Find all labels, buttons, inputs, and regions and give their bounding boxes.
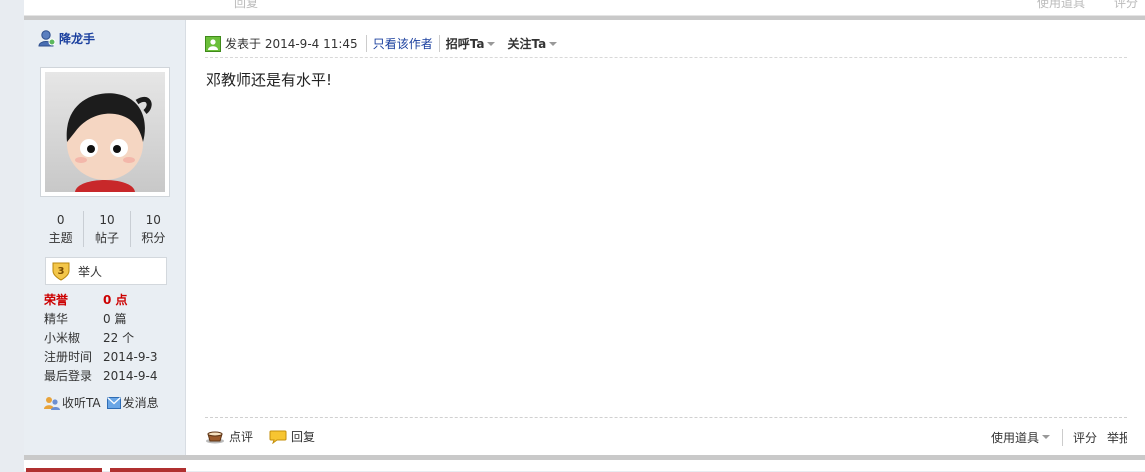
chevron-down-icon <box>1041 435 1050 439</box>
stat-points[interactable]: 10 积分 <box>131 211 176 247</box>
author-stats: 0 主题 10 帖子 10 积分 <box>38 211 176 247</box>
report-link[interactable]: 举报 <box>1107 429 1127 446</box>
follow-ta-button[interactable]: 收听TA <box>44 394 101 411</box>
pepper-label: 小米椒 <box>44 331 81 345</box>
post-header: 发表于 2014-9-4 11:45 只看该作者 招呼Ta 关注Ta <box>205 30 1127 58</box>
stat-topics-value: 0 <box>56 213 65 227</box>
prev-reply-link[interactable]: 回复 <box>234 0 258 11</box>
digest-value: 0 篇 <box>103 312 127 326</box>
avatar-image <box>45 72 165 192</box>
previous-post-footer: 回复 使用道具 评分 <box>24 0 1145 16</box>
stat-posts[interactable]: 10 帖子 <box>84 211 131 247</box>
chevron-down-icon <box>549 41 558 46</box>
stat-topics-label: 主题 <box>48 231 73 245</box>
use-tool-label: 使用道具 <box>990 430 1039 445</box>
profile-register: 注册时间 2014-9-3 <box>44 348 184 367</box>
next-post-tab <box>26 468 102 472</box>
follow-icon <box>44 396 60 410</box>
coffee-cup-icon <box>206 431 224 443</box>
last-login-value: 2014-9-4 <box>103 369 158 383</box>
reply-label: 回复 <box>291 430 316 444</box>
post-main: 发表于 2014-9-4 11:45 只看该作者 招呼Ta 关注Ta 邓教师还是… <box>187 20 1145 455</box>
author-name-link[interactable]: 降龙手 <box>59 30 95 47</box>
stat-points-value: 10 <box>145 213 161 227</box>
pepper-value: 22 个 <box>103 331 135 345</box>
greet-label: 招呼Ta <box>445 37 485 51</box>
author-sidebar: 降龙手 0 主题 10 帖子 10 积分 3 举人 荣誉 0 点 精华 0 篇 … <box>24 20 186 455</box>
next-post-top <box>24 460 1145 472</box>
level-number: 3 <box>58 266 65 277</box>
author-line: 降龙手 <box>38 29 95 47</box>
follow-label: 关注Ta <box>507 37 547 51</box>
profile-last-login: 最后登录 2014-9-4 <box>44 367 184 386</box>
user-online-icon <box>38 30 56 47</box>
comment-button[interactable]: 点评 <box>205 428 253 445</box>
stat-posts-label: 帖子 <box>94 231 119 245</box>
stat-posts-value: 10 <box>99 213 115 227</box>
post-footer: 点评 回复 使用道具 评分 举报 <box>205 417 1127 455</box>
stat-points-label: 积分 <box>141 231 166 245</box>
chevron-down-icon <box>487 41 496 46</box>
profile-digest: 精华 0 篇 <box>44 310 184 329</box>
rank-badge: 3 举人 <box>45 257 167 285</box>
register-value: 2014-9-3 <box>103 350 158 364</box>
author-profile: 荣誉 0 点 精华 0 篇 小米椒 22 个 注册时间 2014-9-3 最后登… <box>44 291 184 386</box>
post-footer-right: 使用道具 评分 举报 <box>979 418 1127 456</box>
post-status-icon <box>205 35 221 52</box>
mail-icon <box>106 396 121 409</box>
rate-link[interactable]: 评分 <box>1061 428 1097 446</box>
reply-button[interactable]: 回复 <box>269 428 315 445</box>
post-timestamp: 发表于 2014-9-4 11:45 <box>225 37 358 51</box>
post-content: 邓教师还是有水平! <box>206 71 333 89</box>
post-container: 回复 使用道具 评分 降龙手 0 主题 10 帖子 10 积分 3 举人 荣誉 … <box>24 0 1145 472</box>
greet-dropdown[interactable]: 招呼Ta <box>438 35 496 52</box>
honor-value: 0 点 <box>103 293 128 307</box>
last-login-label: 最后登录 <box>44 369 93 383</box>
speech-bubble-icon <box>269 430 287 444</box>
prev-rate-link[interactable]: 评分 <box>1114 0 1138 11</box>
send-message-label: 发消息 <box>122 396 159 410</box>
prev-use-tool-link[interactable]: 使用道具 <box>1037 0 1085 11</box>
only-author-link[interactable]: 只看该作者 <box>365 35 433 52</box>
author-actions: 收听TA 发消息 <box>44 394 165 411</box>
stat-topics[interactable]: 0 主题 <box>38 211 85 247</box>
level-shield-icon: 3 <box>52 262 70 281</box>
honor-label: 荣誉 <box>44 293 69 307</box>
send-message-button[interactable]: 发消息 <box>106 394 159 411</box>
register-label: 注册时间 <box>44 350 93 364</box>
use-tool-dropdown[interactable]: 使用道具 <box>991 429 1050 446</box>
next-post-tab <box>110 468 186 472</box>
profile-pepper: 小米椒 22 个 <box>44 329 184 348</box>
follow-ta-label: 收听TA <box>62 396 101 410</box>
digest-label: 精华 <box>44 312 69 326</box>
rank-title: 举人 <box>78 264 103 279</box>
follow-dropdown[interactable]: 关注Ta <box>507 35 558 52</box>
author-avatar[interactable] <box>40 67 170 197</box>
profile-honor: 荣誉 0 点 <box>44 291 184 310</box>
comment-label: 点评 <box>229 430 254 444</box>
